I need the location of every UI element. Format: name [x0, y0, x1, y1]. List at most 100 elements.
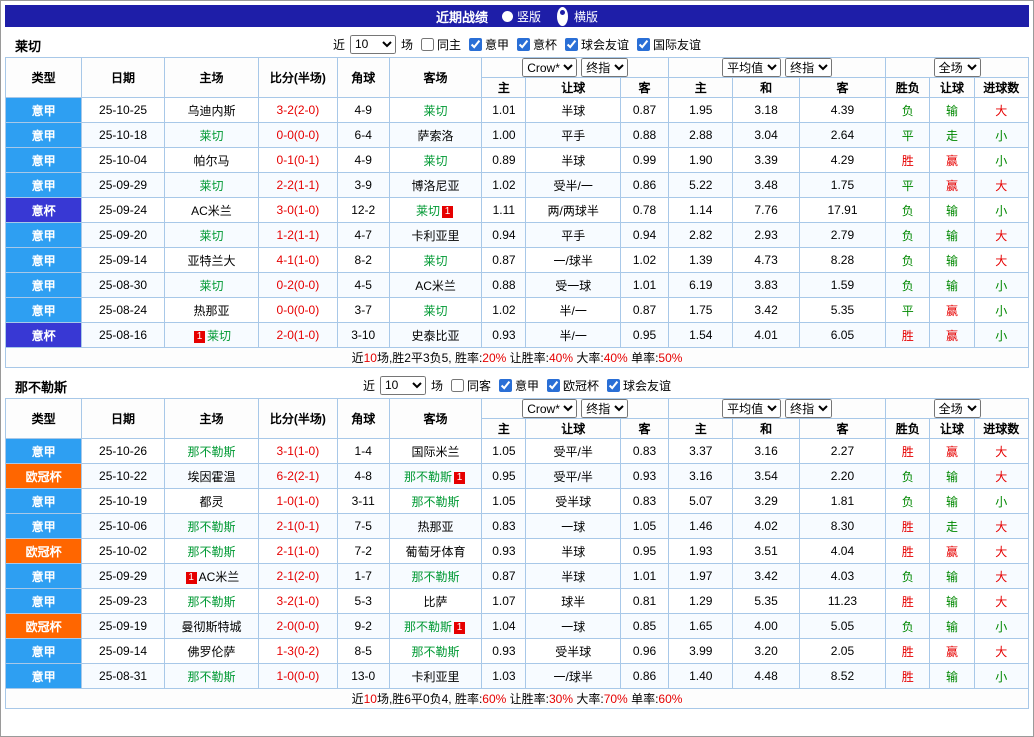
red-card-badge: 1 [442, 205, 454, 218]
column-header: 客场 [388, 57, 483, 98]
corners: 4-9 [336, 147, 390, 173]
full-match-select[interactable]: 全场 [933, 399, 981, 418]
filter-option[interactable]: 欧冠杯 [542, 377, 599, 394]
score: 2-1(2-0) [258, 563, 338, 589]
home-team: 那不勒斯 [163, 438, 260, 464]
match-row: 意甲 25-09-29 1 AC米兰 2-1(2-0) 1-7 那不勒斯 0.87 半球 1.01… [4, 563, 1030, 589]
odds-handicap: 受半球 [525, 488, 621, 514]
team-name: 卡利亚里 [411, 228, 460, 243]
odds-group-header: Crow* 终指 [481, 398, 670, 419]
odds-company-select[interactable]: Crow* [522, 58, 578, 77]
odds-home: 1.07 [481, 588, 527, 614]
filter-option[interactable]: 意甲 [494, 377, 539, 394]
avg-draw: 3.42 [732, 297, 800, 323]
result-goals: 小 [973, 322, 1030, 348]
odds-handicap: 半球 [525, 538, 621, 564]
corners: 6-4 [336, 122, 390, 148]
result-handicap: 输 [929, 463, 975, 489]
avg-value-select[interactable]: 平均值 [722, 58, 782, 77]
final-odds-select[interactable]: 终指 [785, 58, 833, 77]
corners: 4-9 [336, 97, 390, 123]
column-subheader: 让球 [929, 418, 975, 439]
avg-value-select[interactable]: 平均值 [722, 399, 782, 418]
match-row: 意甲 25-10-04 帕尔马 0-1(0-1) 4-9 莱切 0.89 半球 0.99 1.90… [4, 147, 1030, 173]
odds-home: 1.03 [481, 663, 527, 689]
layout-radio-horizontal[interactable]: 横版 [555, 6, 598, 26]
filter-checkbox[interactable] [468, 37, 482, 51]
filter-checkbox[interactable] [420, 37, 434, 51]
summary-text: 场,胜2平3负5, 胜率: [376, 351, 483, 365]
competition-badge: 欧冠杯 [4, 463, 83, 489]
filter-checkbox[interactable] [607, 378, 621, 392]
avg-away: 4.29 [798, 147, 887, 173]
filter-checkbox[interactable] [517, 37, 530, 51]
result-goals: 小 [973, 297, 1030, 323]
corners: 9-2 [336, 613, 390, 639]
avg-away: 2.27 [798, 438, 887, 464]
result-outcome: 胜 [885, 663, 931, 689]
competition-badge: 意甲 [4, 172, 83, 198]
filter-option[interactable]: 球会友谊 [560, 36, 629, 53]
odds-group-header: Crow* 终指 [481, 57, 670, 78]
result-goals: 小 [973, 272, 1030, 298]
match-row: 意甲 25-10-06 那不勒斯 2-1(0-1) 7-5 热那亚 0.83 一球 1.05 1.… [4, 513, 1030, 539]
corners: 8-5 [336, 638, 390, 664]
odds-handicap: 一/球半 [525, 663, 621, 689]
match-date: 25-09-14 [81, 247, 165, 273]
match-count-select[interactable]: 10 [379, 375, 426, 395]
summary-text: 20% [482, 351, 507, 365]
odds-home: 1.01 [481, 97, 527, 123]
layout-radio-vertical[interactable]: 竖版 [501, 8, 541, 25]
home-team: 热那亚 [163, 297, 260, 323]
result-goals: 小 [973, 197, 1030, 223]
match-date: 25-10-22 [81, 463, 165, 489]
filter-checkbox[interactable] [499, 378, 512, 392]
filter-checkbox[interactable] [637, 37, 651, 51]
filter-option[interactable]: 意杯 [512, 36, 557, 53]
odds-away: 0.85 [619, 613, 670, 639]
filter-option[interactable]: 球会友谊 [602, 377, 671, 394]
filter-checkbox[interactable] [450, 378, 464, 392]
competition-badge: 意甲 [4, 488, 83, 514]
competition-badge: 意甲 [4, 513, 83, 539]
match-date: 25-10-26 [81, 438, 165, 464]
filter-option[interactable]: 同主 [416, 36, 461, 53]
full-match-select[interactable]: 全场 [933, 58, 981, 77]
summary-text: 大率: [573, 351, 604, 365]
avg-away: 2.79 [798, 222, 887, 248]
home-team: 莱切 [163, 272, 260, 298]
result-handicap: 走 [929, 122, 975, 148]
final-odds-select[interactable]: 终指 [581, 399, 629, 418]
filter-checkbox[interactable] [547, 378, 561, 392]
final-odds-select[interactable]: 终指 [581, 58, 629, 77]
team-name: 那不勒斯 [187, 544, 236, 559]
competition-badge: 意甲 [4, 438, 83, 464]
competition-badge: 意甲 [4, 663, 83, 689]
column-subheader: 客 [619, 418, 670, 439]
final-odds-select[interactable]: 终指 [785, 399, 833, 418]
corners: 3-10 [336, 322, 390, 348]
match-date: 25-09-14 [81, 638, 165, 664]
summary-text: 近 [351, 692, 364, 706]
avg-home: 5.07 [668, 488, 734, 514]
filter-option[interactable]: 意甲 [464, 36, 509, 53]
avg-away: 4.39 [798, 97, 887, 123]
corners: 1-7 [336, 563, 390, 589]
home-team: 莱切 [163, 172, 260, 198]
avg-home: 2.82 [668, 222, 734, 248]
score: 6-2(2-1) [258, 463, 338, 489]
result-handicap: 输 [929, 97, 975, 123]
summary-text: 60% [482, 692, 507, 706]
filter-option-label: 球会友谊 [581, 37, 630, 52]
filter-option[interactable]: 国际友谊 [632, 36, 701, 53]
odds-home: 0.95 [481, 463, 527, 489]
filter-checkbox[interactable] [565, 37, 579, 51]
match-count-select[interactable]: 10 [349, 34, 396, 54]
odds-company-select[interactable]: Crow* [522, 399, 578, 418]
avg-home: 6.19 [668, 272, 734, 298]
odds-group-header: 平均值 终指 [668, 398, 887, 419]
odds-handicap: 一/球半 [525, 247, 621, 273]
filter-option[interactable]: 同客 [446, 377, 491, 394]
result-outcome: 负 [885, 247, 931, 273]
column-header: 比分(半场) [258, 398, 338, 439]
